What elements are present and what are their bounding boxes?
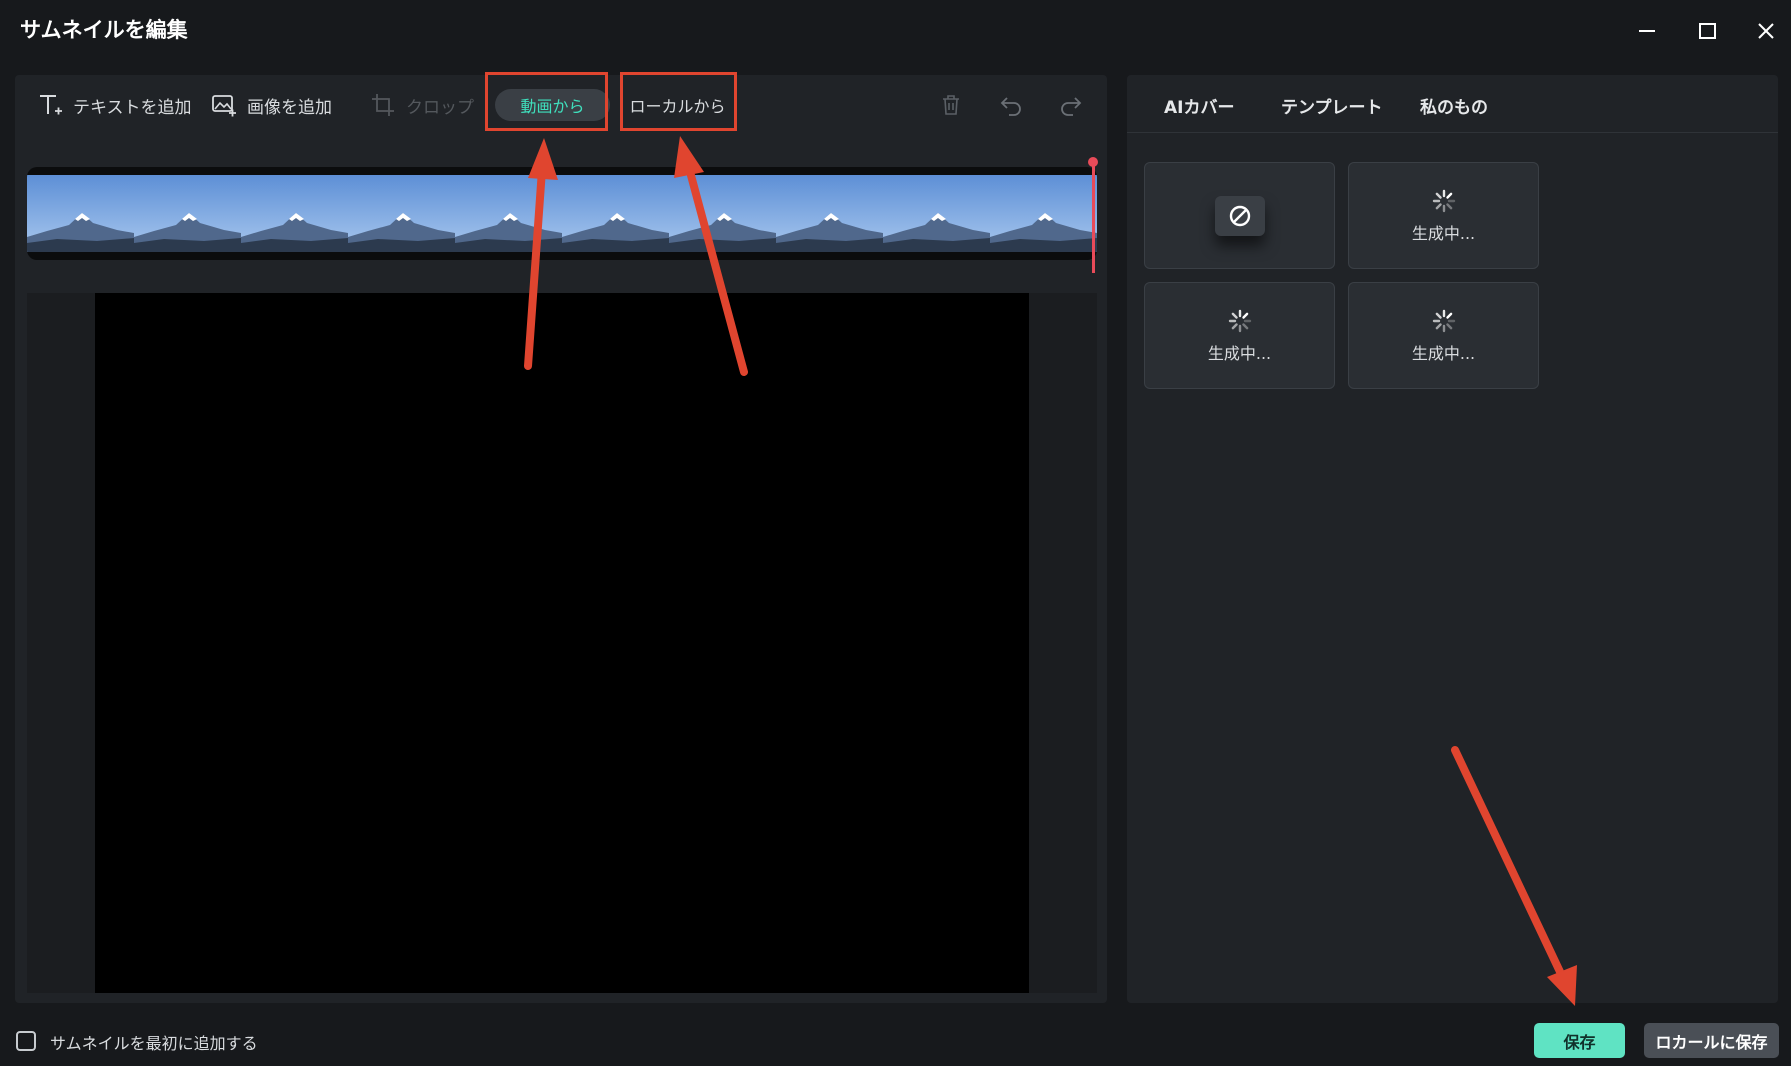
no-cover-icon [1229, 205, 1250, 226]
editor-panel: テキストを追加 画像を追加 クロップ 動画から ローカルから [15, 75, 1107, 1003]
playhead-handle[interactable] [1088, 157, 1098, 167]
cover-card-none[interactable] [1144, 162, 1335, 269]
save-local-button[interactable]: ロカールに保存 [1644, 1023, 1779, 1058]
filmstrip-frame [134, 175, 241, 252]
card-status-label: 生成中... [1411, 223, 1476, 243]
add-thumbnail-first-label: サムネイルを最初に追加する [50, 1034, 258, 1053]
add-text-button[interactable]: テキストを追加 [37, 89, 192, 121]
add-image-icon [212, 95, 236, 117]
loading-spinner-icon [1228, 309, 1251, 332]
add-image-button[interactable]: 画像を追加 [211, 89, 332, 121]
tab-mine[interactable]: 私のもの [1420, 93, 1488, 118]
add-image-label: 画像を追加 [247, 97, 332, 118]
close-button[interactable] [1751, 16, 1781, 46]
crop-button[interactable]: クロップ [370, 89, 474, 121]
filmstrip-frame [669, 175, 776, 252]
save-button[interactable]: 保存 [1534, 1023, 1625, 1058]
filmstrip-frame [776, 175, 883, 252]
cover-panel: AIカバー テンプレート 私のもの 生成中... 生成中... 生成中... [1127, 75, 1778, 1003]
annotation-box-from-local [620, 72, 737, 131]
maximize-button[interactable] [1692, 16, 1722, 46]
filmstrip-frame [990, 175, 1097, 252]
add-thumbnail-first-checkbox[interactable] [16, 1031, 36, 1051]
thumbnail-canvas[interactable] [95, 293, 1029, 993]
card-status-label: 生成中... [1207, 343, 1272, 363]
filmstrip-frame [455, 175, 562, 252]
playhead[interactable] [1092, 158, 1095, 273]
undo-button[interactable] [995, 89, 1027, 121]
filmstrip-frame [562, 175, 669, 252]
annotation-box-from-video [485, 72, 608, 131]
cover-card-loading[interactable]: 生成中... [1348, 282, 1539, 389]
crop-label: クロップ [406, 97, 474, 118]
cover-tabs: AIカバー テンプレート 私のもの [1127, 75, 1778, 133]
window-title: サムネイルを編集 [20, 18, 188, 42]
add-text-icon [40, 95, 62, 115]
filmstrip-frame [27, 175, 134, 252]
filmstrip-frames [27, 175, 1097, 252]
add-text-label: テキストを追加 [73, 97, 192, 118]
undo-icon [1000, 97, 1021, 116]
trash-icon [943, 95, 959, 115]
minimize-icon [1639, 30, 1655, 32]
title-bar: サムネイルを編集 [0, 0, 1791, 64]
loading-spinner-icon [1432, 309, 1455, 332]
loading-spinner-icon [1432, 189, 1455, 212]
delete-button[interactable] [935, 89, 967, 121]
filmstrip-frame [883, 175, 990, 252]
filmstrip-frame [241, 175, 348, 252]
cover-card-loading[interactable]: 生成中... [1144, 282, 1335, 389]
cover-card-loading[interactable]: 生成中... [1348, 162, 1539, 269]
redo-button[interactable] [1055, 89, 1087, 121]
close-icon [1758, 23, 1774, 39]
none-badge [1214, 195, 1265, 236]
crop-icon [372, 94, 394, 116]
maximize-icon [1699, 23, 1716, 39]
tab-ai-cover[interactable]: AIカバー [1164, 93, 1234, 118]
video-filmstrip[interactable] [27, 167, 1097, 260]
filmstrip-frame [348, 175, 455, 252]
preview-area [27, 293, 1097, 993]
tab-template[interactable]: テンプレート [1281, 93, 1383, 118]
card-status-label: 生成中... [1411, 343, 1476, 363]
redo-icon [1061, 97, 1082, 116]
minimize-button[interactable] [1632, 16, 1662, 46]
